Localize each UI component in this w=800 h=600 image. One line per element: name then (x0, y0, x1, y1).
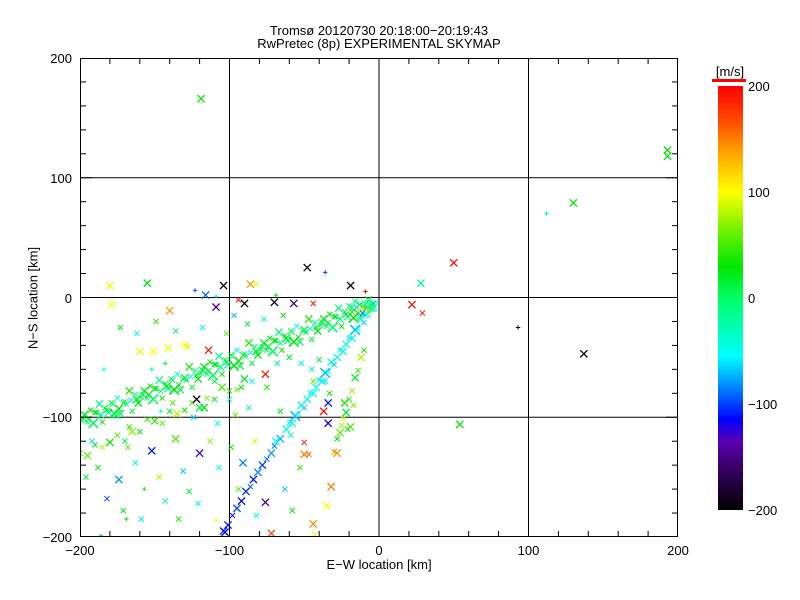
y-tick-label: −100 (10, 410, 72, 424)
x-tick-label: 100 (489, 543, 569, 558)
y-tick-label: 100 (10, 171, 72, 185)
colorbar-tick-label: 0 (748, 291, 755, 305)
y-tick-label: −200 (10, 530, 72, 544)
colorbar-tick-label: −200 (748, 503, 777, 517)
colorbar-tick-label: 200 (748, 79, 770, 93)
chart-subtitle: RwPretec (8p) EXPERIMENTAL SKYMAP (80, 37, 678, 50)
colorbar (718, 86, 743, 510)
colorbar-tick-label: 100 (748, 185, 770, 199)
x-tick-label: −100 (190, 543, 270, 558)
scatter-plot-area (80, 58, 678, 537)
y-axis-label: N−S location [km] (26, 247, 41, 349)
colorbar-tick-label: −100 (748, 397, 777, 411)
colorbar-top-line (712, 79, 746, 82)
x-axis-label: E−W location [km] (80, 557, 678, 572)
x-tick-label: 200 (638, 543, 718, 558)
y-tick-label: 0 (10, 291, 72, 305)
colorbar-unit-label: [m/s] (698, 64, 762, 79)
x-tick-label: −200 (40, 543, 120, 558)
y-tick-label: 200 (10, 51, 72, 65)
x-tick-label: 0 (339, 543, 419, 558)
skymap-figure: Tromsø 20120730 20:18:00−20:19:43 RwPret… (0, 0, 800, 600)
